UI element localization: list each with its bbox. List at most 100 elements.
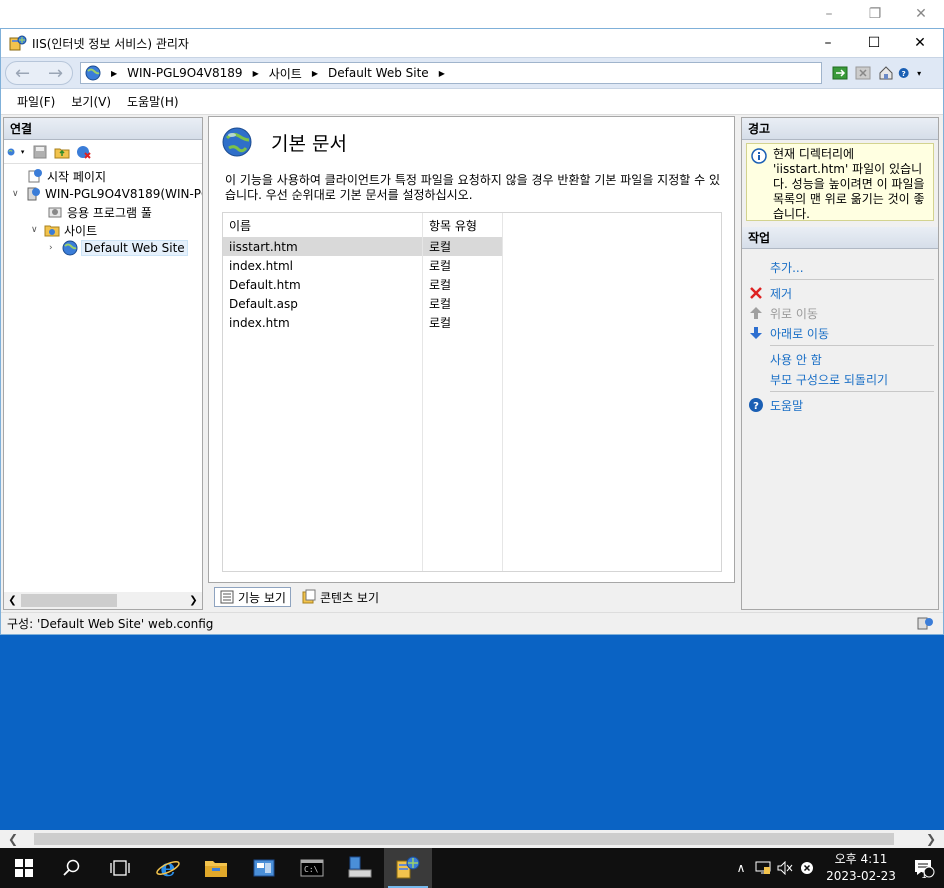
clock[interactable]: 오후 4:11 2023-02-23 [818, 851, 904, 885]
page-title: 기본 문서 [271, 132, 347, 155]
show-hidden-icons-chevron-icon[interactable]: ∧ [730, 848, 752, 888]
clock-date: 2023-02-23 [826, 869, 896, 883]
feature-pane: 기본 문서 이 기능을 사용하여 클라이언트가 특정 파일을 요청하지 않을 경… [208, 116, 735, 583]
alerts-header: 경고 [742, 118, 938, 140]
table-row[interactable]: index.html 로컬 [223, 256, 503, 275]
tree-item-server[interactable]: ∨ WIN-PGL9O4V8189(WIN-PG [12, 185, 202, 203]
nav-buttons: ← → [5, 61, 73, 85]
table-row[interactable]: Default.asp 로컬 [223, 294, 503, 313]
alert-box: 현재 디렉터리에 'iisstart.htm' 파일이 있습니다. 성능을 높이… [746, 143, 934, 221]
column-type-header[interactable]: 항목 유형 [423, 217, 503, 234]
window-title: IIS(인터넷 정보 서비스) 관리자 [32, 36, 189, 51]
tree-item-app-pools[interactable]: 응용 프로그램 풀 [34, 203, 152, 221]
disconnect-icon[interactable] [73, 143, 95, 161]
iis-manager-window: IIS(인터넷 정보 서비스) 관리자 – ☐ ✕ ← → ▶ WIN-PGL9… [0, 28, 944, 635]
table-row[interactable]: index.htm 로컬 [223, 313, 503, 332]
network-tray-icon[interactable] [752, 848, 774, 888]
desktop-hscroll[interactable]: ❮ ❯ [0, 830, 944, 848]
breadcrumb-site[interactable]: Default Web Site [328, 66, 429, 80]
taskbar-iis-manager[interactable] [384, 848, 432, 888]
windows-logo-icon [15, 859, 33, 877]
help-icon[interactable]: ? ▾ [898, 63, 928, 83]
help-circle-icon: ? [749, 398, 763, 412]
taskbar-ie[interactable]: e [144, 848, 192, 888]
bg-minimize-icon[interactable]: – [806, 0, 852, 28]
sites-folder-icon [44, 225, 60, 237]
list-header: 이름 항목 유형 [223, 213, 721, 237]
connect-icon[interactable]: ▾ [7, 143, 29, 161]
svg-text:?: ? [753, 401, 759, 412]
scroll-thumb[interactable] [21, 594, 117, 607]
action-help[interactable]: ? 도움말 [742, 395, 938, 415]
scroll-left-icon[interactable]: ❮ [4, 595, 21, 606]
tree-item-default-web-site[interactable]: › Default Web Site [49, 239, 188, 257]
table-row[interactable]: iisstart.htm 로컬 [223, 237, 503, 256]
action-move-up[interactable]: 위로 이동 [742, 303, 938, 323]
connections-pane: 연결 ▾ 시작 페이지 ∨ WIN-PGL9O4V8189(WIN-PG 응용 … [3, 117, 203, 610]
view-tabs: 기능 보기 콘텐츠 보기 [208, 585, 735, 609]
expand-chevron-icon[interactable]: › [49, 243, 59, 253]
tree-item-start-page[interactable]: 시작 페이지 [14, 167, 106, 185]
collapse-chevron-icon[interactable]: ∨ [12, 189, 22, 199]
default-document-list: 이름 항목 유형 iisstart.htm 로컬 index.html 로컬 D… [222, 212, 722, 572]
refresh-icon[interactable] [829, 63, 851, 83]
scroll-right-icon[interactable]: ❯ [926, 832, 936, 846]
action-disable[interactable]: 사용 안 함 [742, 349, 938, 369]
table-row[interactable]: Default.htm 로컬 [223, 275, 503, 294]
info-icon [751, 148, 767, 164]
taskbar-network-app[interactable] [336, 848, 384, 888]
action-move-down[interactable]: 아래로 이동 [742, 323, 938, 343]
up-folder-icon[interactable] [51, 143, 73, 161]
address-path[interactable]: ▶ WIN-PGL9O4V8189 ▶ 사이트 ▶ Default Web Si… [80, 62, 822, 84]
address-bar: ← → ▶ WIN-PGL9O4V8189 ▶ 사이트 ▶ Default We… [1, 57, 943, 89]
collapse-chevron-icon[interactable]: ∨ [31, 225, 41, 235]
stop-icon[interactable] [852, 63, 874, 83]
menu-view[interactable]: 보기(V) [63, 93, 119, 110]
save-icon[interactable] [29, 143, 51, 161]
action-remove[interactable]: 제거 [742, 283, 938, 303]
error-circle-icon[interactable] [796, 848, 818, 888]
notification-count: 1 [921, 871, 927, 881]
desktop-scroll-thumb[interactable] [34, 833, 894, 845]
taskbar: e C:\ ∧ 오후 4:11 2023-02-23 1 [0, 848, 944, 888]
taskbar-file-explorer[interactable] [192, 848, 240, 888]
taskbar-command-prompt[interactable]: C:\ [288, 848, 336, 888]
home-icon[interactable] [875, 63, 897, 83]
close-button[interactable]: ✕ [897, 29, 943, 57]
action-revert[interactable]: 부모 구성으로 되돌리기 [742, 369, 938, 389]
menu-file[interactable]: 파일(F) [9, 93, 63, 110]
search-button[interactable] [48, 848, 96, 888]
scroll-right-icon[interactable]: ❯ [185, 595, 202, 606]
bg-restore-icon[interactable]: ❐ [852, 0, 898, 28]
action-center-button[interactable]: 1 [904, 848, 944, 888]
tab-features-view[interactable]: 기능 보기 [214, 587, 291, 607]
start-button[interactable] [0, 848, 48, 888]
folder-icon [205, 861, 227, 877]
breadcrumb-server[interactable]: WIN-PGL9O4V8189 [127, 66, 242, 80]
forward-arrow-icon[interactable]: → [42, 61, 70, 85]
default-document-globe-icon [222, 127, 252, 157]
system-tray: ∧ 오후 4:11 2023-02-23 1 [730, 848, 944, 888]
connections-hscroll[interactable]: ❮ ❯ [4, 592, 202, 609]
column-name-header[interactable]: 이름 [223, 217, 423, 234]
status-bar: 구성: 'Default Web Site' web.config [1, 612, 943, 634]
back-arrow-icon[interactable]: ← [9, 61, 37, 85]
task-view-button[interactable] [96, 848, 144, 888]
menu-help[interactable]: 도움말(H) [119, 93, 187, 110]
tree-item-sites[interactable]: ∨ 사이트 [31, 221, 97, 239]
bg-close-icon[interactable]: ✕ [898, 0, 944, 28]
scroll-left-icon[interactable]: ❮ [8, 832, 18, 846]
action-add[interactable]: 추가... [742, 257, 938, 277]
maximize-button[interactable]: ☐ [851, 29, 897, 57]
taskbar-server-manager[interactable] [240, 848, 288, 888]
breadcrumb-sites[interactable]: 사이트 [269, 65, 302, 82]
command-prompt-icon: C:\ [300, 859, 324, 877]
content-view-icon [302, 589, 316, 604]
iis-app-icon [9, 35, 27, 51]
tab-content-view[interactable]: 콘텐츠 보기 [297, 587, 383, 607]
volume-muted-icon[interactable] [774, 848, 796, 888]
crumb-separator-icon[interactable]: ▶ [439, 69, 445, 78]
crumb-separator-icon: ▶ [252, 68, 259, 78]
feature-header: 기본 문서 [209, 117, 734, 167]
minimize-button[interactable]: – [805, 29, 851, 57]
